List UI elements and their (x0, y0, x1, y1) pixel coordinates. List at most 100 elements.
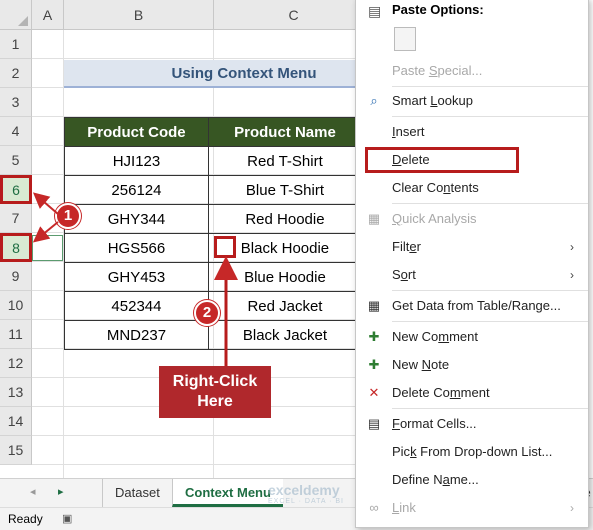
paste-options-icon: ▤ (368, 3, 382, 19)
scroll-left-icon[interactable]: ◂ (30, 485, 36, 498)
menu-pick-list[interactable]: Pick From Drop-down List... (356, 438, 588, 466)
cell-product-name[interactable]: Red T-Shirt (207, 146, 362, 176)
column-header-a[interactable]: A (32, 0, 64, 30)
menu-item-label: Pick From Drop-down List... (392, 444, 553, 459)
row-header-6[interactable]: 6 (0, 175, 32, 204)
cell-product-name[interactable]: Red Hoodie (207, 204, 362, 234)
menu-item-label: Define Name... (392, 472, 479, 487)
menu-item-label: Link (392, 500, 416, 515)
row-header-7[interactable]: 7 (0, 204, 32, 233)
menu-insert[interactable]: Insert (356, 118, 588, 146)
menu-item-label: Delete (392, 152, 430, 167)
menu-item-label: Get Data from Table/Range... (392, 298, 561, 313)
search-icon: ⌕ (370, 93, 378, 108)
row-header-1[interactable]: 1 (0, 30, 32, 59)
context-menu: ▤ Paste Options: Paste Special... ⌕ Smart… (355, 0, 589, 528)
cell-product-code[interactable]: GHY453 (64, 262, 209, 292)
table-icon: ▦ (367, 298, 381, 313)
menu-filter[interactable]: › Filter (356, 233, 588, 261)
tab-context-menu[interactable]: Context Menu (172, 479, 283, 507)
menu-item-label: Paste Special... (392, 63, 483, 78)
quick-analysis-icon: ▦ (367, 211, 381, 226)
table-row: HGS566 Black Hoodie (64, 233, 362, 263)
watermark-logo: exceldemy EXCEL · DATA · BI (268, 482, 344, 505)
paste-clipboard-icon[interactable] (394, 27, 416, 51)
menu-get-data[interactable]: ▦ Get Data from Table/Range... (356, 292, 588, 320)
right-click-callout: Right-Click Here (159, 366, 271, 418)
cell-product-name[interactable]: Blue T-Shirt (207, 175, 362, 205)
scroll-right-icon[interactable]: ▸ (58, 485, 64, 498)
row-header-2[interactable]: 2 (0, 59, 32, 88)
menu-new-comment[interactable]: ✚ New Comment (356, 323, 588, 351)
cell-product-code[interactable]: 256124 (64, 175, 209, 205)
link-icon: ∞ (369, 500, 379, 515)
menu-sort[interactable]: › Sort (356, 261, 588, 289)
menu-new-note[interactable]: ✚ New Note (356, 351, 588, 379)
row-header-14[interactable]: 14 (0, 407, 32, 436)
row-header-10[interactable]: 10 (0, 291, 32, 320)
cell-product-code[interactable]: 452344 (64, 291, 209, 321)
cell-product-code[interactable]: GHY344 (64, 204, 209, 234)
row-header-12[interactable]: 12 (0, 349, 32, 378)
menu-smart-lookup[interactable]: ⌕ Smart Lookup (356, 87, 588, 115)
menu-link[interactable]: ∞ › Link (356, 494, 588, 522)
selected-cell-a8[interactable] (32, 235, 63, 261)
chevron-right-icon: › (570, 501, 574, 515)
step-badge-1: 1 (55, 203, 81, 229)
menu-format-cells[interactable]: ▤ Format Cells... (356, 410, 588, 438)
menu-item-label: Format Cells... (392, 416, 477, 431)
menu-paste-special[interactable]: Paste Special... (356, 57, 588, 85)
sheet-title: Using Context Menu (171, 65, 317, 82)
menu-clear-contents[interactable]: Clear Contents (356, 174, 588, 202)
macro-record-icon[interactable]: ▣ (62, 508, 72, 530)
row-header-9[interactable]: 9 (0, 262, 32, 291)
menu-item-label: Quick Analysis (392, 211, 477, 226)
table-row: GHY453 Blue Hoodie (64, 262, 362, 292)
menu-item-label: Insert (392, 124, 425, 139)
delete-comment-icon: ✕ (368, 385, 380, 400)
row-header-11[interactable]: 11 (0, 320, 32, 349)
header-product-code[interactable]: Product Code (64, 117, 209, 147)
menu-item-label: New Note (392, 357, 450, 372)
tab-dataset[interactable]: Dataset (102, 479, 172, 507)
column-header-b[interactable]: B (64, 0, 214, 30)
menu-delete-comment[interactable]: ✕ Delete Comment (356, 379, 588, 407)
new-comment-icon: ✚ (368, 329, 380, 344)
menu-item-label: Sort (392, 267, 416, 282)
status-ready: Ready (8, 512, 43, 526)
new-note-icon: ✚ (368, 357, 380, 372)
format-cells-icon: ▤ (367, 416, 381, 431)
menu-item-label: Filter (392, 239, 421, 254)
menu-define-name[interactable]: Define Name... (356, 466, 588, 494)
row-header-4[interactable]: 4 (0, 117, 32, 146)
table-row: HJI123 Red T-Shirt (64, 146, 362, 176)
select-all-corner[interactable] (0, 0, 32, 30)
column-header-c[interactable]: C (214, 0, 362, 30)
cell-product-name[interactable]: Blue Hoodie (207, 262, 362, 292)
chevron-right-icon: › (570, 268, 574, 282)
row-header-3[interactable]: 3 (0, 88, 32, 117)
cell-product-code[interactable]: HGS566 (64, 233, 209, 263)
menu-item-label: Delete Comment (392, 385, 490, 400)
header-product-name[interactable]: Product Name (207, 117, 362, 147)
cell-product-code[interactable]: HJI123 (64, 146, 209, 176)
paste-options-label: Paste Options: (392, 2, 484, 17)
table-row: MND237 Black Jacket (64, 320, 362, 350)
row-header-5[interactable]: 5 (0, 146, 32, 175)
cell-product-code[interactable]: MND237 (64, 320, 209, 350)
menu-item-label: Smart Lookup (392, 93, 473, 108)
table-row: GHY344 Red Hoodie (64, 204, 362, 234)
step-badge-2: 2 (194, 300, 220, 326)
menu-item-label: Clear Contents (392, 180, 479, 195)
right-click-target-box (214, 236, 236, 258)
menu-quick-analysis[interactable]: ▦ Quick Analysis (356, 205, 588, 233)
row-header-13[interactable]: 13 (0, 378, 32, 407)
chevron-right-icon: › (570, 240, 574, 254)
row-header-8[interactable]: 8 (0, 233, 32, 262)
table-row: 256124 Blue T-Shirt (64, 175, 362, 205)
cell-product-name[interactable]: Red Jacket (207, 291, 362, 321)
menu-delete[interactable]: Delete (364, 146, 520, 174)
menu-item-label: New Comment (392, 329, 478, 344)
cell-product-name[interactable]: Black Jacket (207, 320, 362, 350)
row-header-15[interactable]: 15 (0, 436, 32, 465)
